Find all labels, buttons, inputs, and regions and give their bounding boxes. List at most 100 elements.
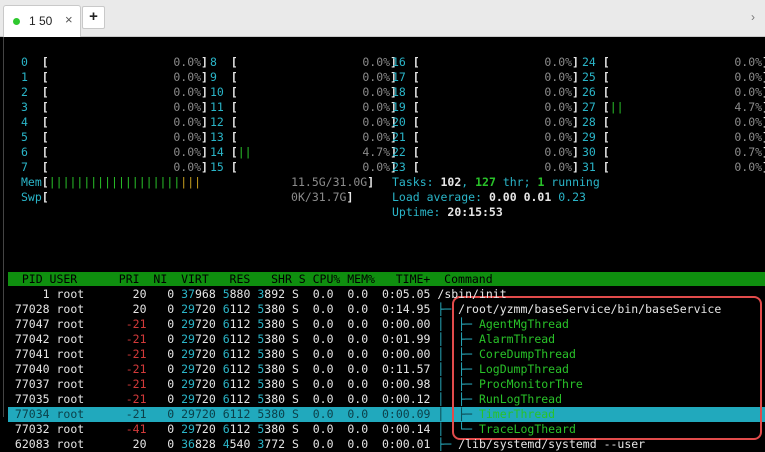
uptime: Uptime: 20:15:53	[392, 205, 503, 219]
cpu-meter-9: 9 [ 0.0%]	[210, 70, 397, 84]
process-row: 77040 root -21 0 29720 6112 5380 S 0.0 0…	[8, 362, 569, 376]
priority: -21	[118, 317, 147, 331]
close-tab-icon[interactable]: ×	[65, 12, 73, 27]
cpu-meter-14: 14 [|| 4.7%]	[210, 145, 397, 159]
cpu-index: 25	[582, 70, 603, 84]
priority: 20	[118, 302, 147, 316]
command: TraceLogTheard	[478, 422, 576, 436]
cpu-index: 28	[582, 115, 603, 129]
cpu-index: 20	[392, 115, 413, 129]
cpu-percent: 0.0%	[419, 115, 573, 129]
cpu-meter-30: 30 [ 0.7%]	[582, 145, 765, 159]
pid: 77042	[8, 332, 50, 346]
pid: 77034	[8, 407, 50, 421]
priority: -21	[118, 407, 147, 421]
cpu-meter-5: 5 [ 0.0%]	[21, 130, 208, 144]
cpu-meter-24: 24 [ 0.0%]	[582, 55, 765, 69]
user: root	[49, 407, 119, 421]
user: root	[49, 332, 119, 346]
user: root	[49, 377, 119, 391]
pid: 77035	[8, 392, 50, 406]
cpu-index: 2	[21, 85, 42, 99]
cpu-meter-10: 10 [ 0.0%]	[210, 85, 397, 99]
cpu-index: 13	[210, 130, 231, 144]
cpu-index: 22	[392, 145, 413, 159]
priority: 20	[118, 437, 147, 451]
cpu-index: 1	[21, 70, 42, 84]
cpu-meter-1: 1 [ 0.0%]	[21, 70, 208, 84]
cpu-percent: 0.0%	[419, 160, 573, 174]
cpu-percent: 0.0%	[237, 55, 391, 69]
swap-value: 0K/31.7G	[48, 190, 347, 204]
process-row: 77041 root -21 0 29720 6112 5380 S 0.0 0…	[8, 347, 576, 361]
swap-meter: Swp[ 0K/31.7G]	[21, 190, 354, 204]
cpu-percent: 0.0%	[419, 70, 573, 84]
cpu-meter-16: 16 [ 0.0%]	[392, 55, 579, 69]
tab-bar: 1 50 × + ›	[0, 0, 765, 37]
cpu-meter-18: 18 [ 0.0%]	[392, 85, 579, 99]
process-row: 77035 root -21 0 29720 6112 5380 S 0.0 0…	[8, 392, 563, 406]
new-tab-button[interactable]: +	[82, 6, 105, 29]
cpu-meter-19: 19 [ 0.0%]	[392, 100, 579, 114]
user: root	[49, 287, 119, 301]
cpu-index: 3	[21, 100, 42, 114]
cpu-meter-8: 8 [ 0.0%]	[210, 55, 397, 69]
user: root	[49, 422, 119, 436]
command: AgentMgThread	[478, 317, 569, 331]
cpu-percent: 0.0%	[609, 115, 763, 129]
user: root	[49, 317, 119, 331]
cpu-usage-bar: ||	[237, 145, 252, 159]
cpu-index: 16	[392, 55, 413, 69]
cpu-percent: 0.0%	[419, 130, 573, 144]
process-row: 62083 root 20 0 36828 4540 3772 S 0.0 0.…	[8, 437, 646, 451]
cpu-index: 9	[210, 70, 231, 84]
cpu-percent: 0.0%	[419, 85, 573, 99]
process-row: 77042 root -21 0 29720 6112 5380 S 0.0 0…	[8, 332, 556, 346]
user: root	[49, 347, 119, 361]
pid: 1	[8, 287, 50, 301]
pid: 62083	[8, 437, 50, 451]
cpu-index: 24	[582, 55, 603, 69]
command: TimerThread	[478, 407, 556, 421]
cpu-meter-23: 23 [ 0.0%]	[392, 160, 579, 174]
cpu-index: 6	[21, 145, 42, 159]
cpu-meter-7: 7 [ 0.0%]	[21, 160, 208, 174]
cpu-percent: 4.7%	[623, 100, 763, 114]
cpu-percent: 0.0%	[48, 160, 202, 174]
cpu-percent: 0.0%	[237, 115, 391, 129]
cpu-percent: 0.0%	[419, 55, 573, 69]
priority: -21	[118, 377, 147, 391]
cpu-percent: 0.0%	[609, 70, 763, 84]
session-tab-title: 1 50	[29, 14, 53, 28]
cpu-meter-17: 17 [ 0.0%]	[392, 70, 579, 84]
cpu-percent: 0.0%	[419, 145, 573, 159]
command: /root/yzmm/baseService/bin/baseService	[458, 302, 722, 316]
cpu-index: 23	[392, 160, 413, 174]
cpu-percent: 0.0%	[48, 85, 202, 99]
session-tab[interactable]: 1 50 ×	[3, 5, 81, 37]
cpu-index: 17	[392, 70, 413, 84]
cpu-index: 15	[210, 160, 231, 174]
process-row: 1 root 20 0 37968 5880 3892 S 0.0 0.0 0:…	[8, 287, 507, 301]
cpu-meter-25: 25 [ 0.0%]	[582, 70, 765, 84]
command: /sbin/init	[437, 287, 507, 301]
cpu-usage-bar: ||	[609, 100, 624, 114]
user: root	[49, 437, 119, 451]
pid: 77028	[8, 302, 50, 316]
cpu-meter-11: 11 [ 0.0%]	[210, 100, 397, 114]
cpu-percent: 0.0%	[48, 70, 202, 84]
cpu-index: 27	[582, 100, 603, 114]
cpu-meter-13: 13 [ 0.0%]	[210, 130, 397, 144]
command: CoreDumpThread	[478, 347, 576, 361]
cpu-meter-20: 20 [ 0.0%]	[392, 115, 579, 129]
mem-used-bar: |||||||||||||||||||	[48, 175, 181, 189]
cpu-percent: 0.0%	[48, 100, 202, 114]
user: root	[49, 302, 119, 316]
chevron-right-icon[interactable]: ›	[751, 10, 755, 24]
cpu-percent: 0.0%	[609, 160, 763, 174]
cpu-meter-31: 31 [ 0.0%]	[582, 160, 765, 174]
cpu-percent: 0.0%	[609, 130, 763, 144]
terminal[interactable]: 0 [ 0.0%] 1 [ 0.0%] 2 [ 0.0%] 3 [ 0.0%] 4 [ …	[3, 37, 765, 451]
cpu-percent: 0.0%	[237, 85, 391, 99]
cpu-meter-3: 3 [ 0.0%]	[21, 100, 208, 114]
